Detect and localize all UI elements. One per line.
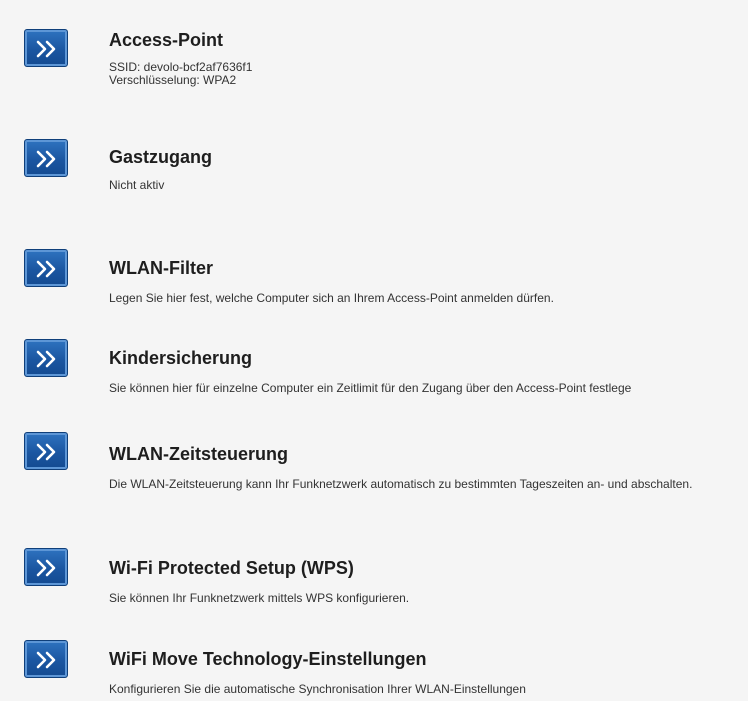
wlan-schedule-description: Die WLAN-Zeitsteuerung kann Ihr Funknetz…: [109, 478, 745, 491]
wifi-move-title: WiFi Move Technology-Einstellungen: [109, 649, 427, 669]
wps-title: Wi-Fi Protected Setup (WPS): [109, 558, 354, 578]
wlan-filter-open-button[interactable]: [24, 249, 68, 287]
wlan-filter-text: Legen Sie hier fest, welche Computer sic…: [109, 291, 554, 305]
wlan-schedule-text: Die WLAN-Zeitsteuerung kann Ihr Funknetz…: [109, 477, 693, 491]
parental-control-open-button[interactable]: [24, 339, 68, 377]
wifi-move-text: Konfigurieren Sie die automatische Synch…: [109, 682, 526, 696]
double-chevron-right-icon: [36, 651, 56, 669]
double-chevron-right-icon: [36, 40, 56, 58]
double-chevron-right-icon: [36, 559, 56, 577]
guest-access-title: Gastzugang: [109, 147, 213, 167]
wlan-schedule-open-button[interactable]: [24, 432, 68, 470]
parental-control-description: Sie können hier für einzelne Computer ei…: [109, 382, 631, 395]
guest-access-description: Nicht aktiv: [109, 179, 164, 192]
wps-open-button[interactable]: [24, 548, 68, 586]
access-point-title: Access-Point: [109, 30, 224, 50]
wlan-filter-title: WLAN-Filter: [109, 258, 213, 278]
double-chevron-right-icon: [36, 150, 56, 168]
double-chevron-right-icon: [36, 350, 56, 368]
access-point-description: SSID: devolo-bcf2af7636f1 Verschlüsselun…: [109, 61, 252, 87]
wlan-settings-page: Access-Point SSID: devolo-bcf2af7636f1 V…: [0, 0, 748, 701]
double-chevron-right-icon: [36, 260, 56, 278]
wlan-filter-description: Legen Sie hier fest, welche Computer sic…: [109, 292, 554, 305]
wps-text: Sie können Ihr Funknetzwerk mittels WPS …: [109, 591, 410, 605]
wps-description: Sie können Ihr Funknetzwerk mittels WPS …: [109, 592, 409, 605]
access-point-open-button[interactable]: [24, 29, 68, 67]
parental-control-text: Sie können hier für einzelne Computer ei…: [109, 381, 632, 395]
guest-access-status: Nicht aktiv: [109, 178, 165, 192]
guest-access-open-button[interactable]: [24, 139, 68, 177]
parental-control-title: Kindersicherung: [109, 348, 253, 368]
wlan-schedule-title: WLAN-Zeitsteuerung: [109, 444, 288, 464]
access-point-encryption: Verschlüsselung: WPA2: [109, 73, 237, 87]
double-chevron-right-icon: [36, 443, 56, 461]
wifi-move-open-button[interactable]: [24, 640, 68, 678]
wifi-move-description: Konfigurieren Sie die automatische Synch…: [109, 683, 526, 696]
